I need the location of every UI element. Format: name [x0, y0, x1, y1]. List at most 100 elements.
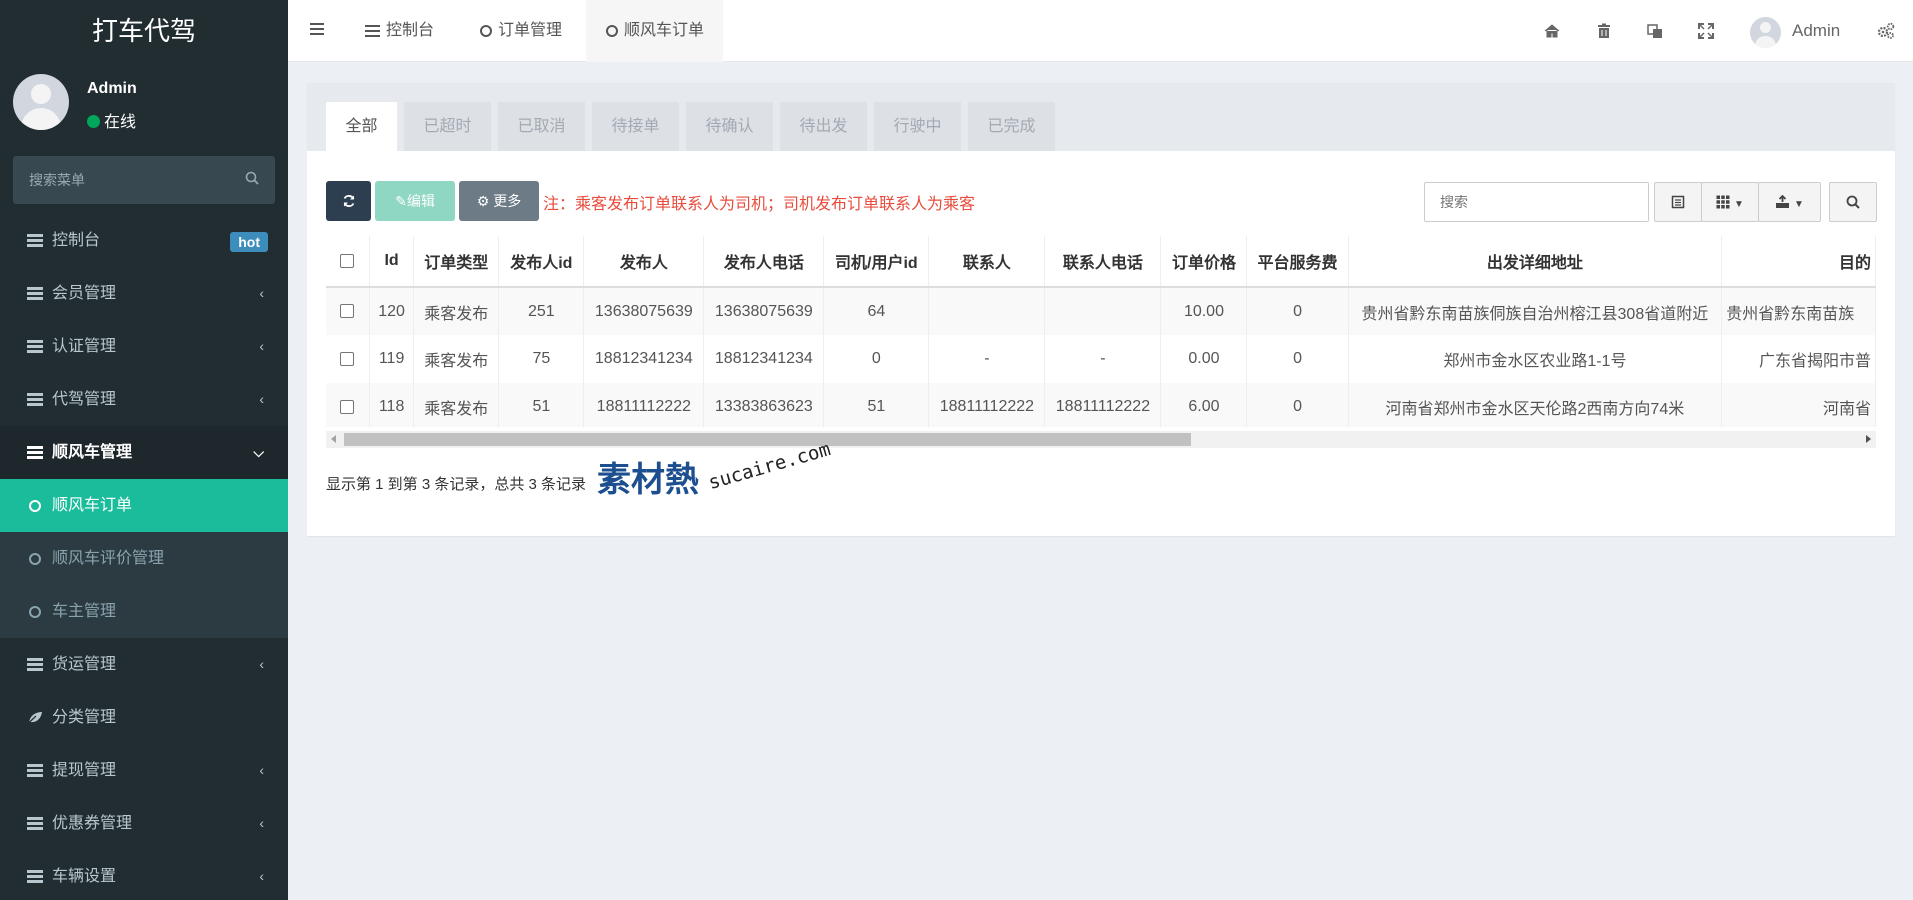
- table-cell: 郑州市金水区农业路1-1号: [1348, 335, 1723, 383]
- table-search-input[interactable]: [1424, 182, 1649, 222]
- gears-icon[interactable]: [1876, 21, 1896, 41]
- sidebar-item-withdraw[interactable]: 提现管理 ‹: [0, 744, 288, 797]
- status-tab-completed[interactable]: 已完成: [968, 102, 1055, 151]
- table-header-row: Id 订单类型 发布人id 发布人 发布人电话 司机/用户id 联系人 联系人电…: [326, 236, 1876, 288]
- sidebar-item-label: 顺风车管理: [52, 444, 133, 461]
- circle-icon: [29, 553, 41, 565]
- language-icon[interactable]: [1645, 21, 1665, 41]
- header-admin-name[interactable]: Admin: [1792, 21, 1840, 41]
- row-select-cell: [326, 287, 370, 335]
- tab-carpool-orders[interactable]: 顺风车订单: [586, 0, 724, 62]
- column-header[interactable]: 联系人电话: [1044, 236, 1162, 288]
- column-header[interactable]: 订单类型: [413, 236, 500, 288]
- sidebar-item-vehicle-settings[interactable]: 车辆设置 ‹: [0, 850, 288, 900]
- scroll-left-arrow-icon[interactable]: [331, 435, 336, 443]
- table-row[interactable]: 120 乘客发布 251 13638075639 13638075639 64 …: [326, 287, 1876, 335]
- user-panel: Admin 在线: [0, 62, 288, 142]
- sidebar-item-category[interactable]: 分类管理: [0, 691, 288, 744]
- status-tab-timeout[interactable]: 已超时: [404, 102, 491, 151]
- sidebar-subitem-owners[interactable]: 车主管理: [0, 585, 288, 638]
- table-cell: 广东省揭阳市普: [1721, 335, 1876, 383]
- tab-label: 顺风车订单: [624, 22, 705, 39]
- tab-label: 控制台: [386, 22, 435, 39]
- sidebar-item-members[interactable]: 会员管理 ‹: [0, 267, 288, 320]
- row-checkbox[interactable]: [340, 399, 355, 414]
- sidebar-item-chauffeur[interactable]: 代驾管理 ‹: [0, 373, 288, 426]
- tab-order-management[interactable]: 订单管理: [480, 0, 562, 62]
- chevron-down-icon: ⌵: [253, 444, 264, 460]
- orders-table: Id 订单类型 发布人id 发布人 发布人电话 司机/用户id 联系人 联系人电…: [326, 236, 1876, 427]
- sidebar-item-label: 优惠券管理: [52, 815, 133, 832]
- fullscreen-icon[interactable]: [1696, 21, 1716, 41]
- column-header[interactable]: 发布人电话: [703, 236, 825, 288]
- column-header[interactable]: 出发详细地址: [1348, 236, 1723, 288]
- table-cell: 119: [369, 335, 415, 383]
- row-select-cell: [326, 383, 370, 427]
- sidebar-menu: 控制台 hot 会员管理 ‹ 认证管理 ‹ 代驾管理 ‹ 顺风车管理 ⌵ 顺风车…: [0, 214, 288, 900]
- table-cell: 乘客发布: [413, 335, 500, 383]
- status-tab-all[interactable]: 全部: [326, 102, 397, 151]
- table-cell: 乘客发布: [413, 383, 500, 427]
- sidebar-item-dashboard[interactable]: 控制台 hot: [0, 214, 288, 267]
- chevron-left-icon: ‹: [259, 868, 264, 884]
- search-icon[interactable]: [245, 171, 259, 185]
- home-icon[interactable]: [1542, 21, 1562, 41]
- status-tab-in-progress[interactable]: 行驶中: [874, 102, 961, 151]
- edit-button[interactable]: ✎编辑: [375, 181, 455, 221]
- more-button[interactable]: ⚙ 更多: [459, 181, 539, 221]
- menu-toggle-icon[interactable]: [310, 23, 324, 36]
- status-tab-cancelled[interactable]: 已取消: [498, 102, 585, 151]
- sidebar-subitem-carpool-reviews[interactable]: 顺风车评价管理: [0, 532, 288, 585]
- table-cell: 河南省郑州市金水区天伦路2西南方向74米: [1348, 383, 1723, 427]
- toggle-view-button[interactable]: [1654, 182, 1702, 222]
- column-header[interactable]: 司机/用户id: [823, 236, 930, 288]
- table-cell: 6.00: [1160, 383, 1248, 427]
- table-cell: 120: [369, 287, 415, 335]
- trash-icon[interactable]: [1594, 21, 1614, 41]
- column-header[interactable]: 联系人: [928, 236, 1046, 288]
- circle-icon: [29, 500, 41, 512]
- list-icon: [27, 393, 43, 406]
- column-header[interactable]: 平台服务费: [1246, 236, 1349, 288]
- sidebar-item-carpool[interactable]: 顺风车管理 ⌵: [0, 426, 288, 479]
- table-row[interactable]: 119 乘客发布 75 18812341234 18812341234 0 - …: [326, 335, 1876, 383]
- table-search-field[interactable]: [1425, 183, 1648, 221]
- scrollbar-thumb[interactable]: [344, 433, 1191, 446]
- refresh-button[interactable]: [326, 181, 371, 221]
- header-avatar[interactable]: [1750, 17, 1781, 48]
- row-select-cell: [326, 335, 370, 383]
- column-header[interactable]: 订单价格: [1160, 236, 1248, 288]
- sidebar-subitem-carpool-orders[interactable]: 顺风车订单: [0, 479, 288, 532]
- sidebar-item-certification[interactable]: 认证管理 ‹: [0, 320, 288, 373]
- select-all-checkbox[interactable]: [340, 253, 355, 268]
- search-icon: [1846, 195, 1860, 209]
- column-header[interactable]: 目的: [1721, 236, 1876, 288]
- search-submit-button[interactable]: [1829, 182, 1877, 222]
- column-header[interactable]: 发布人: [583, 236, 705, 288]
- cog-icon: ⚙: [476, 193, 490, 209]
- table-cell: 18812341234: [583, 335, 705, 383]
- chevron-left-icon: ‹: [259, 815, 264, 831]
- tab-dashboard[interactable]: 控制台: [365, 0, 434, 62]
- status-tab-pending-accept[interactable]: 待接单: [592, 102, 679, 151]
- more-button-label: 更多: [493, 193, 522, 209]
- table-row[interactable]: 118 乘客发布 51 18811112222 13383863623 51 1…: [326, 383, 1876, 427]
- status-tab-pending-depart[interactable]: 待出发: [780, 102, 867, 151]
- export-dropdown-button[interactable]: ▼: [1758, 182, 1821, 222]
- columns-dropdown-button[interactable]: ▼: [1701, 182, 1759, 222]
- row-checkbox[interactable]: [340, 351, 355, 366]
- table-cell: 0: [1246, 335, 1349, 383]
- horizontal-scrollbar[interactable]: [326, 431, 1876, 448]
- sidebar-item-coupons[interactable]: 优惠券管理 ‹: [0, 797, 288, 850]
- app-logo[interactable]: 打车代驾: [0, 0, 288, 62]
- sidebar-item-freight[interactable]: 货运管理 ‹: [0, 638, 288, 691]
- row-checkbox[interactable]: [340, 304, 355, 319]
- scroll-right-arrow-icon[interactable]: [1866, 435, 1871, 443]
- column-header[interactable]: Id: [369, 236, 415, 288]
- online-dot-icon: [87, 115, 100, 128]
- column-header[interactable]: 发布人id: [498, 236, 585, 288]
- sidebar-item-label: 车辆设置: [52, 868, 117, 885]
- status-tab-pending-confirm[interactable]: 待确认: [686, 102, 773, 151]
- sidebar-subitem-label: 顺风车订单: [52, 497, 133, 514]
- sidebar-search-input[interactable]: 搜索菜单: [13, 156, 275, 204]
